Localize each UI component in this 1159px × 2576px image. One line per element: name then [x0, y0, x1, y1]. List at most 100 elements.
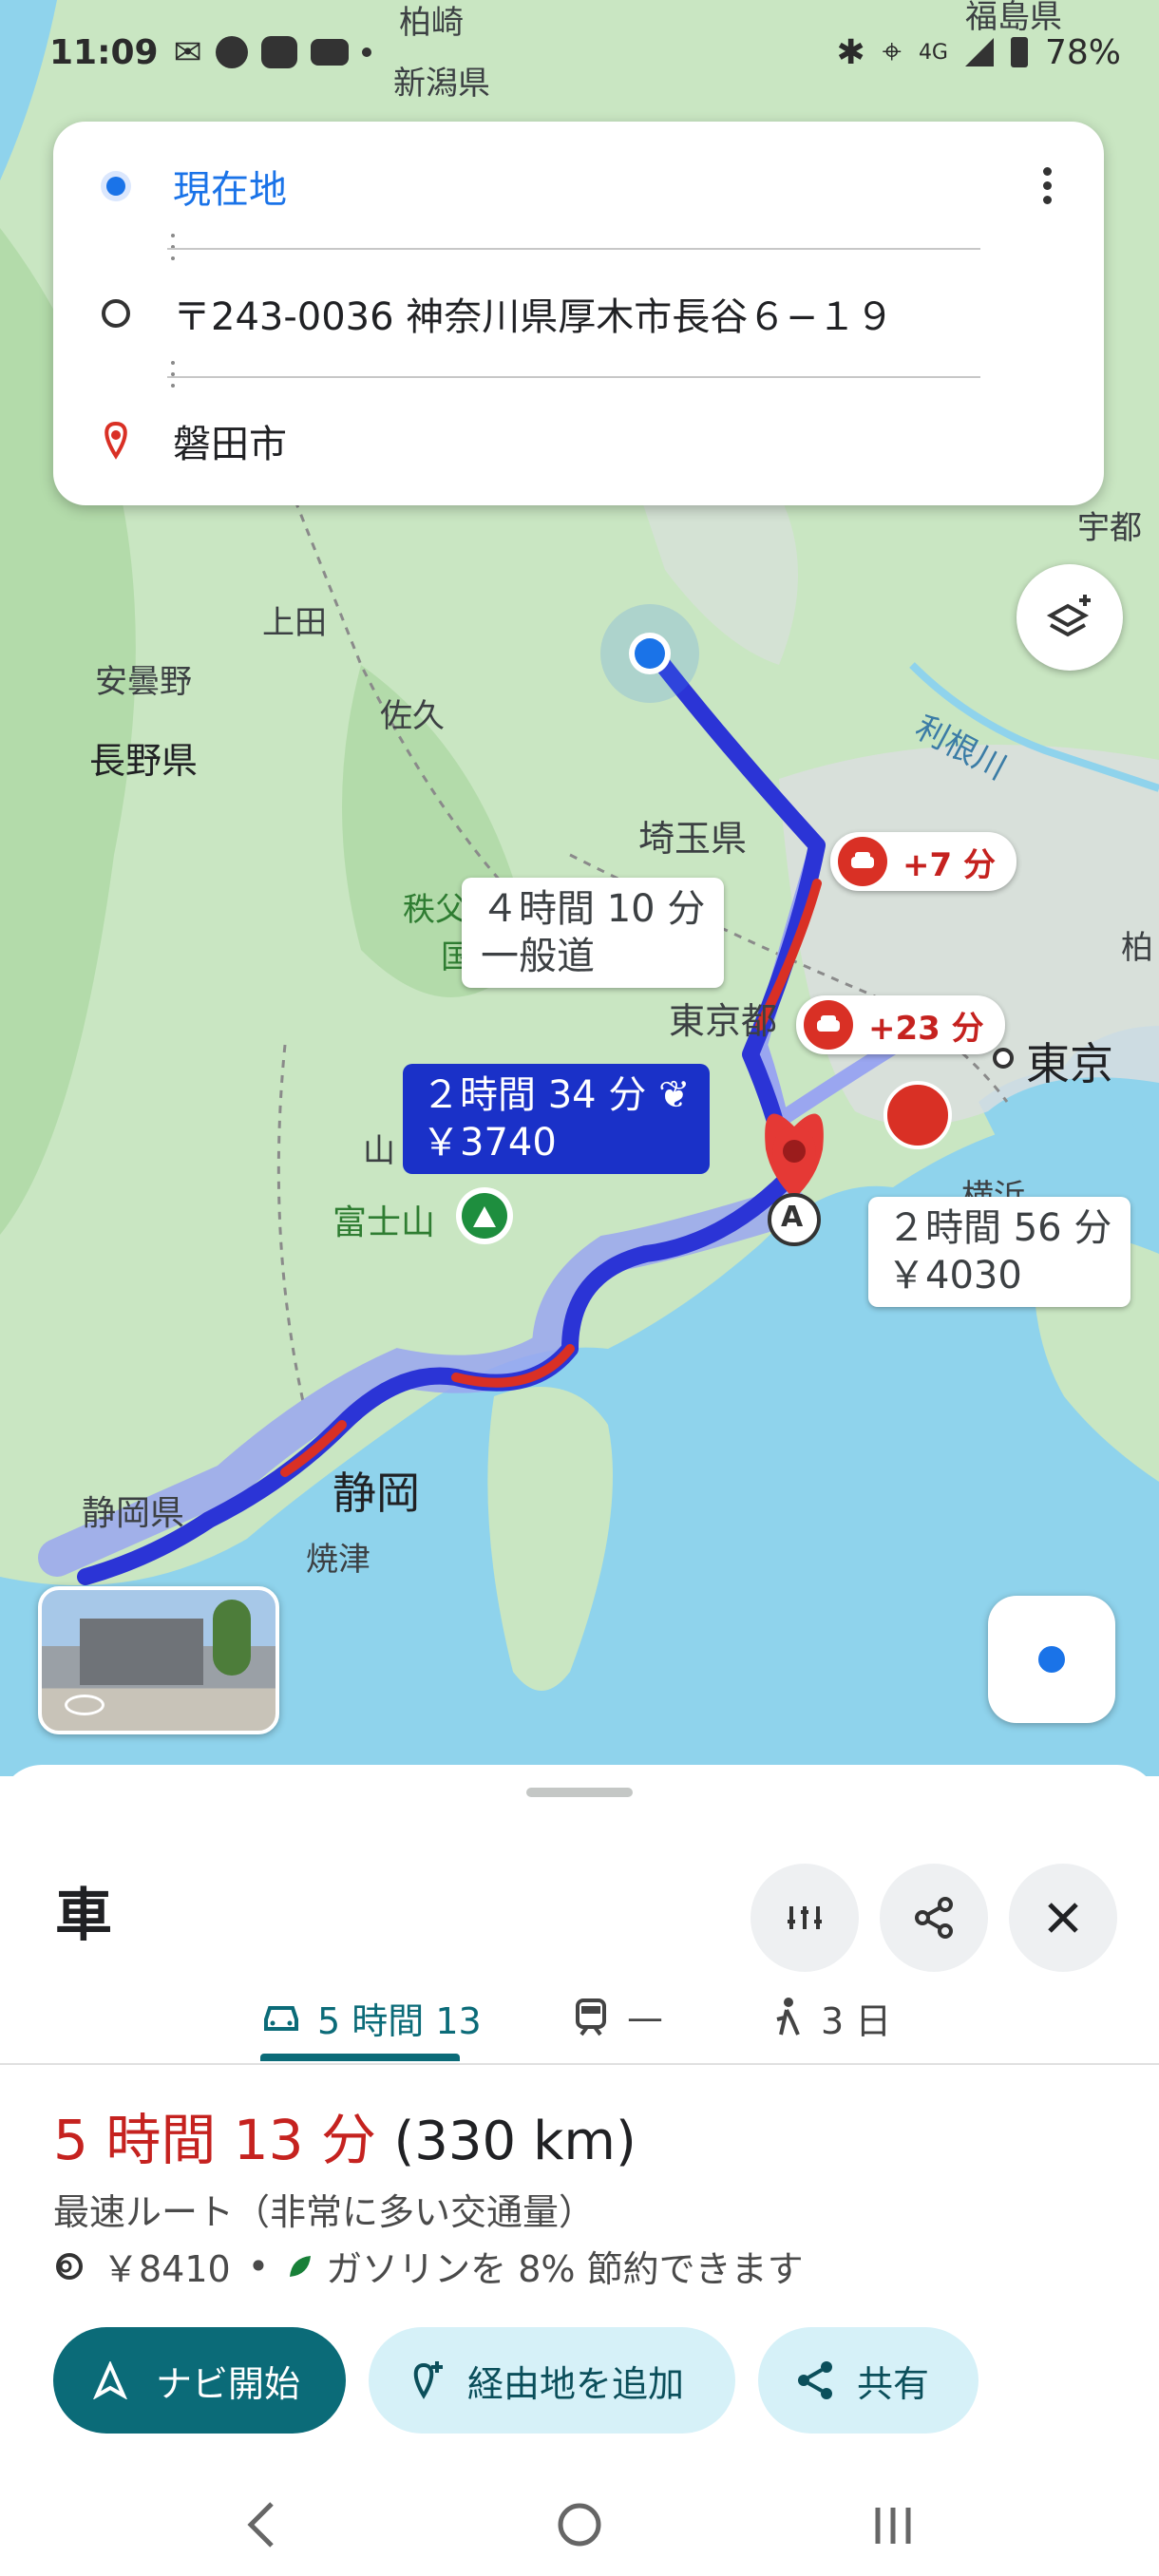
route-cost-row: ￥8410 • ガソリンを 8% 節約できます	[53, 2240, 804, 2292]
car-icon	[264, 2006, 298, 2031]
share-icon	[798, 2361, 832, 2399]
tab-walking[interactable]: 3 日	[770, 1972, 891, 2063]
selected-route-cost: ￥3740	[422, 1121, 557, 1165]
battery-icon	[1010, 37, 1028, 67]
my-location-icon	[1035, 1642, 1069, 1676]
map-label-kashiwa: 柏	[1121, 929, 1153, 967]
eco-savings: ガソリンを 8% 節約できます	[326, 2248, 804, 2290]
waypoint-marker-a[interactable]: A	[781, 1201, 803, 1234]
home-icon[interactable]	[558, 2503, 601, 2547]
share-icon	[915, 1897, 953, 1939]
add-stop-button[interactable]: 経由地を追加	[369, 2327, 735, 2434]
more-options-icon[interactable]	[1043, 161, 1054, 210]
my-location-button[interactable]	[988, 1596, 1115, 1723]
recents-icon[interactable]	[875, 2508, 911, 2544]
selected-route-time: ２時間 34 分	[422, 1073, 647, 1117]
origin-text: 現在地	[173, 168, 287, 212]
location-icon: ⌖	[882, 32, 902, 71]
tab-transit-label: —	[627, 1997, 663, 2038]
map-label-yaizu: 焼津	[306, 1541, 370, 1579]
destination-pin-icon	[99, 422, 133, 460]
map-label-nagano: 長野県	[89, 740, 199, 782]
alt-route-time: ４時間 10 分	[481, 887, 706, 931]
signal-icon	[964, 38, 994, 66]
sheet-handle[interactable]	[526, 1788, 633, 1797]
map-label-utsunomiya: 宇都	[1077, 509, 1142, 547]
add-stop-label: 経由地を追加	[467, 2362, 685, 2405]
separator-dot: •	[247, 2245, 270, 2287]
travel-mode-title: 車	[55, 1883, 112, 1949]
directions-sheet: 車 5 時間 13 — 3 日 5 時間 13 分 (330 km) 最速ルート…	[0, 1765, 1159, 2576]
dot-icon	[361, 47, 371, 57]
accident-icon[interactable]	[884, 1081, 952, 1149]
bluetooth-icon: ✱	[836, 32, 865, 72]
divider	[167, 248, 980, 250]
start-navigation-button[interactable]: ナビ開始	[53, 2327, 346, 2434]
traffic-delay-text: +23 分	[868, 1009, 984, 1048]
toll-amount: ￥8410	[103, 2248, 231, 2290]
tab-driving[interactable]: 5 時間 13	[260, 1972, 482, 2063]
alt-route-cost: ￥4030	[887, 1254, 1022, 1297]
waypoint-circle-icon	[99, 296, 133, 331]
active-tab-indicator	[260, 2054, 460, 2061]
selected-route-time-row: ２時間 34 分 ❦	[422, 1071, 691, 1119]
network-type: 4G	[918, 40, 948, 65]
alt-route-label-1[interactable]: ４時間 10 分 一般道	[462, 878, 725, 988]
connector-dots	[171, 353, 175, 395]
share-label: 共有	[857, 2362, 930, 2405]
tab-driving-label: 5 時間 13	[317, 1999, 482, 2042]
tab-transit[interactable]: —	[572, 1972, 663, 2063]
route-duration: 5 時間 13 分	[53, 2108, 377, 2172]
directions-card: 現在地 〒243-0036 神奈川県厚木市長谷６−１９ 磐田市	[53, 122, 1104, 505]
route-summary: 5 時間 13 分 (330 km)	[53, 2095, 636, 2175]
alt-route-time: ２時間 56 分	[887, 1206, 1112, 1250]
map-label-shizuoka-ken: 静岡県	[82, 1494, 185, 1533]
map-label-saitama: 埼玉県	[638, 818, 748, 860]
close-icon	[1048, 1903, 1078, 1933]
waypoint-row[interactable]: 〒243-0036 神奈川県厚木市長谷６−１９	[99, 266, 1009, 361]
map-label-fuji: 富士山	[332, 1203, 436, 1242]
share-route-button[interactable]	[880, 1864, 988, 1972]
map-label-ueda: 上田	[262, 604, 327, 642]
alt-route-label-2[interactable]: ２時間 56 分 ￥4030	[868, 1197, 1131, 1307]
traffic-delay-badge[interactable]: +7 分	[830, 832, 1016, 891]
map-label-tokyo-to: 東京都	[669, 1000, 778, 1042]
origin-row[interactable]: 現在地	[99, 139, 1009, 234]
pinterest-icon	[215, 36, 248, 68]
traffic-car-icon	[804, 1000, 853, 1050]
line-icon	[260, 36, 297, 68]
walk-icon	[776, 1998, 800, 2036]
destination-text: 磐田市	[173, 423, 287, 466]
traffic-delay-badge[interactable]: +23 分	[796, 995, 1005, 1054]
toll-icon	[56, 2252, 83, 2280]
connector-dots	[171, 226, 175, 268]
add-location-icon	[413, 2361, 443, 2399]
status-bar: 11:09 ✉ ✱ ⌖ 4G 78%	[49, 19, 1121, 85]
layers-icon	[1046, 595, 1091, 637]
eco-leaf-icon: ❦	[658, 1073, 691, 1117]
street-view-thumbnail[interactable]	[38, 1586, 279, 1734]
tab-walking-label: 3 日	[821, 1999, 892, 2042]
map-label-azumino: 安曇野	[95, 663, 192, 701]
map-label-shizuoka: 静岡	[332, 1468, 420, 1519]
map-label-saku: 佐久	[380, 697, 445, 735]
map-label-chichibu: 秩父	[403, 891, 467, 929]
selected-route-label[interactable]: ２時間 34 分 ❦ ￥3740	[403, 1064, 710, 1174]
route-options-button[interactable]	[750, 1864, 859, 1972]
layers-button[interactable]	[1016, 564, 1123, 671]
route-description: 最速ルート（非常に多い交通量）	[53, 2191, 596, 2233]
destination-row[interactable]: 磐田市	[99, 393, 1009, 488]
current-location-icon	[99, 169, 133, 203]
traffic-car-icon	[838, 837, 887, 886]
train-icon	[576, 1998, 606, 2036]
back-icon[interactable]	[247, 2502, 274, 2548]
alt-route-sub: 一般道	[481, 935, 595, 978]
eco-leaf-icon	[290, 2255, 312, 2277]
navigation-arrow-icon	[93, 2361, 127, 2399]
share-button[interactable]: 共有	[758, 2327, 978, 2434]
mail-icon: ✉	[173, 32, 202, 72]
travel-mode-tabs: 5 時間 13 — 3 日	[0, 1972, 1159, 2065]
battery-level: 78%	[1044, 32, 1121, 72]
close-button[interactable]	[1009, 1864, 1117, 1972]
system-nav-bar	[0, 2470, 1159, 2576]
